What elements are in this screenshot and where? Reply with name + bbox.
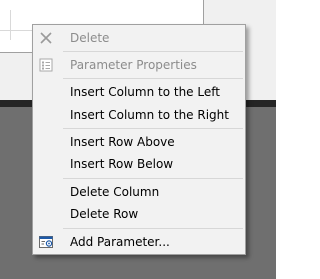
context-menu: Delete Parameter Properties Insert Colum… bbox=[32, 24, 246, 255]
close-icon bbox=[38, 30, 54, 46]
menu-item-label: Insert Column to the Right bbox=[70, 108, 229, 122]
menu-item-insert-column-right[interactable]: Insert Column to the Right bbox=[34, 104, 244, 126]
menu-item-insert-row-above[interactable]: Insert Row Above bbox=[34, 131, 244, 153]
add-parameter-icon bbox=[38, 234, 54, 250]
menu-item-insert-column-left[interactable]: Insert Column to the Left bbox=[34, 81, 244, 103]
properties-icon bbox=[38, 57, 54, 73]
menu-item-label: Insert Row Below bbox=[70, 157, 174, 171]
grid-line bbox=[10, 10, 11, 40]
menu-separator bbox=[63, 78, 243, 79]
menu-separator bbox=[63, 228, 243, 229]
menu-separator bbox=[63, 51, 243, 52]
menu-item-label: Delete Row bbox=[70, 207, 139, 221]
menu-separator bbox=[63, 128, 243, 129]
menu-item-label: Insert Column to the Left bbox=[70, 85, 220, 99]
menu-item-label: Insert Row Above bbox=[70, 135, 175, 149]
menu-item-insert-row-below[interactable]: Insert Row Below bbox=[34, 153, 244, 175]
menu-separator bbox=[63, 178, 243, 179]
menu-item-label: Delete bbox=[70, 31, 110, 45]
menu-item-add-parameter[interactable]: Add Parameter... bbox=[34, 231, 244, 253]
menu-item-label: Parameter Properties bbox=[70, 58, 197, 72]
menu-item-parameter-properties[interactable]: Parameter Properties bbox=[34, 54, 244, 76]
menu-item-label: Delete Column bbox=[70, 185, 160, 199]
menu-item-label: Add Parameter... bbox=[70, 235, 170, 249]
menu-item-delete[interactable]: Delete bbox=[34, 27, 244, 49]
menu-item-delete-row[interactable]: Delete Row bbox=[34, 203, 244, 225]
menu-item-delete-column[interactable]: Delete Column bbox=[34, 181, 244, 203]
grid-line bbox=[0, 30, 36, 31]
